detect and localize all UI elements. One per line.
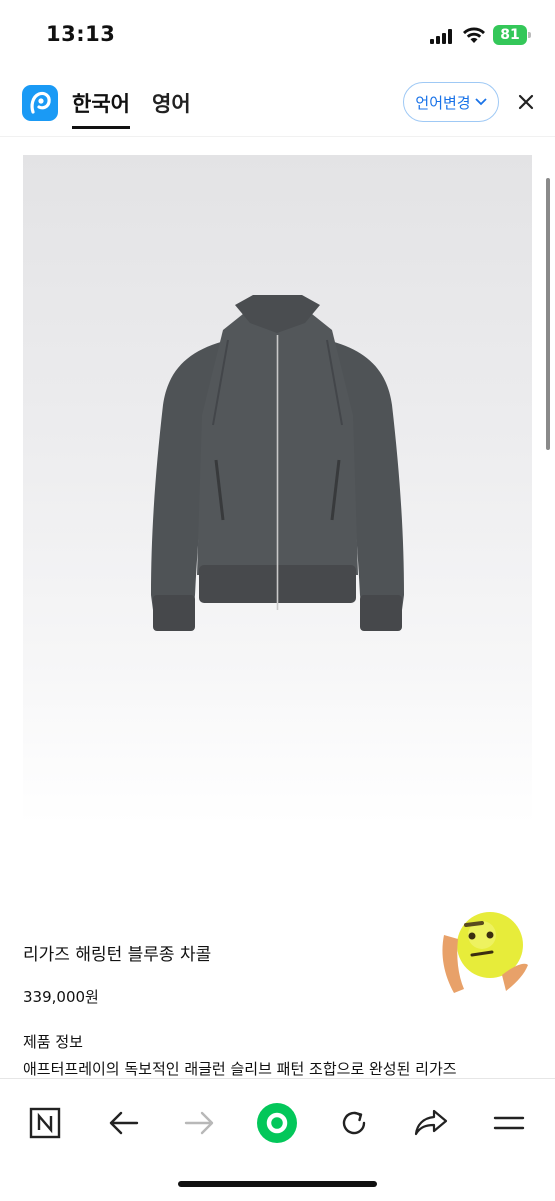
change-language-label: 언어변경 (415, 93, 471, 112)
translator-header: 한국어 영어 언어변경 (0, 70, 555, 137)
scrollbar[interactable] (546, 178, 550, 450)
papago-logo-icon[interactable] (22, 85, 58, 121)
status-time: 13:13 (46, 22, 116, 46)
status-bar: 13:13 81 (0, 0, 555, 70)
change-language-button[interactable]: 언어변경 (403, 82, 499, 122)
share-icon[interactable] (409, 1101, 453, 1145)
green-dot-icon[interactable] (255, 1101, 299, 1145)
product-title: 리가즈 해링턴 블루종 차콜 (23, 945, 212, 965)
naver-n-icon[interactable] (23, 1101, 67, 1145)
wifi-icon (463, 27, 485, 43)
battery-indicator: 81 (493, 25, 531, 45)
back-arrow-icon[interactable] (101, 1101, 145, 1145)
jacket-illustration (151, 295, 404, 631)
product-description: 애프터프레이의 독보적인 래글런 슬리브 패턴 조합으로 완성된 리가즈 (23, 1060, 457, 1078)
tab-english[interactable]: 영어 (152, 88, 191, 118)
product-price: 339,000원 (23, 988, 99, 1006)
menu-icon[interactable] (487, 1101, 531, 1145)
close-icon[interactable] (516, 92, 536, 112)
cellular-signal-icon (430, 28, 456, 44)
forward-arrow-icon[interactable] (178, 1101, 222, 1145)
product-image (23, 155, 532, 825)
tab-korean[interactable]: 한국어 (72, 88, 130, 129)
refresh-icon[interactable] (332, 1101, 376, 1145)
home-indicator[interactable] (178, 1181, 377, 1187)
chevron-down-icon (474, 98, 487, 106)
product-info-heading: 제품 정보 (23, 1033, 83, 1051)
thinking-emoji-icon (442, 912, 528, 993)
